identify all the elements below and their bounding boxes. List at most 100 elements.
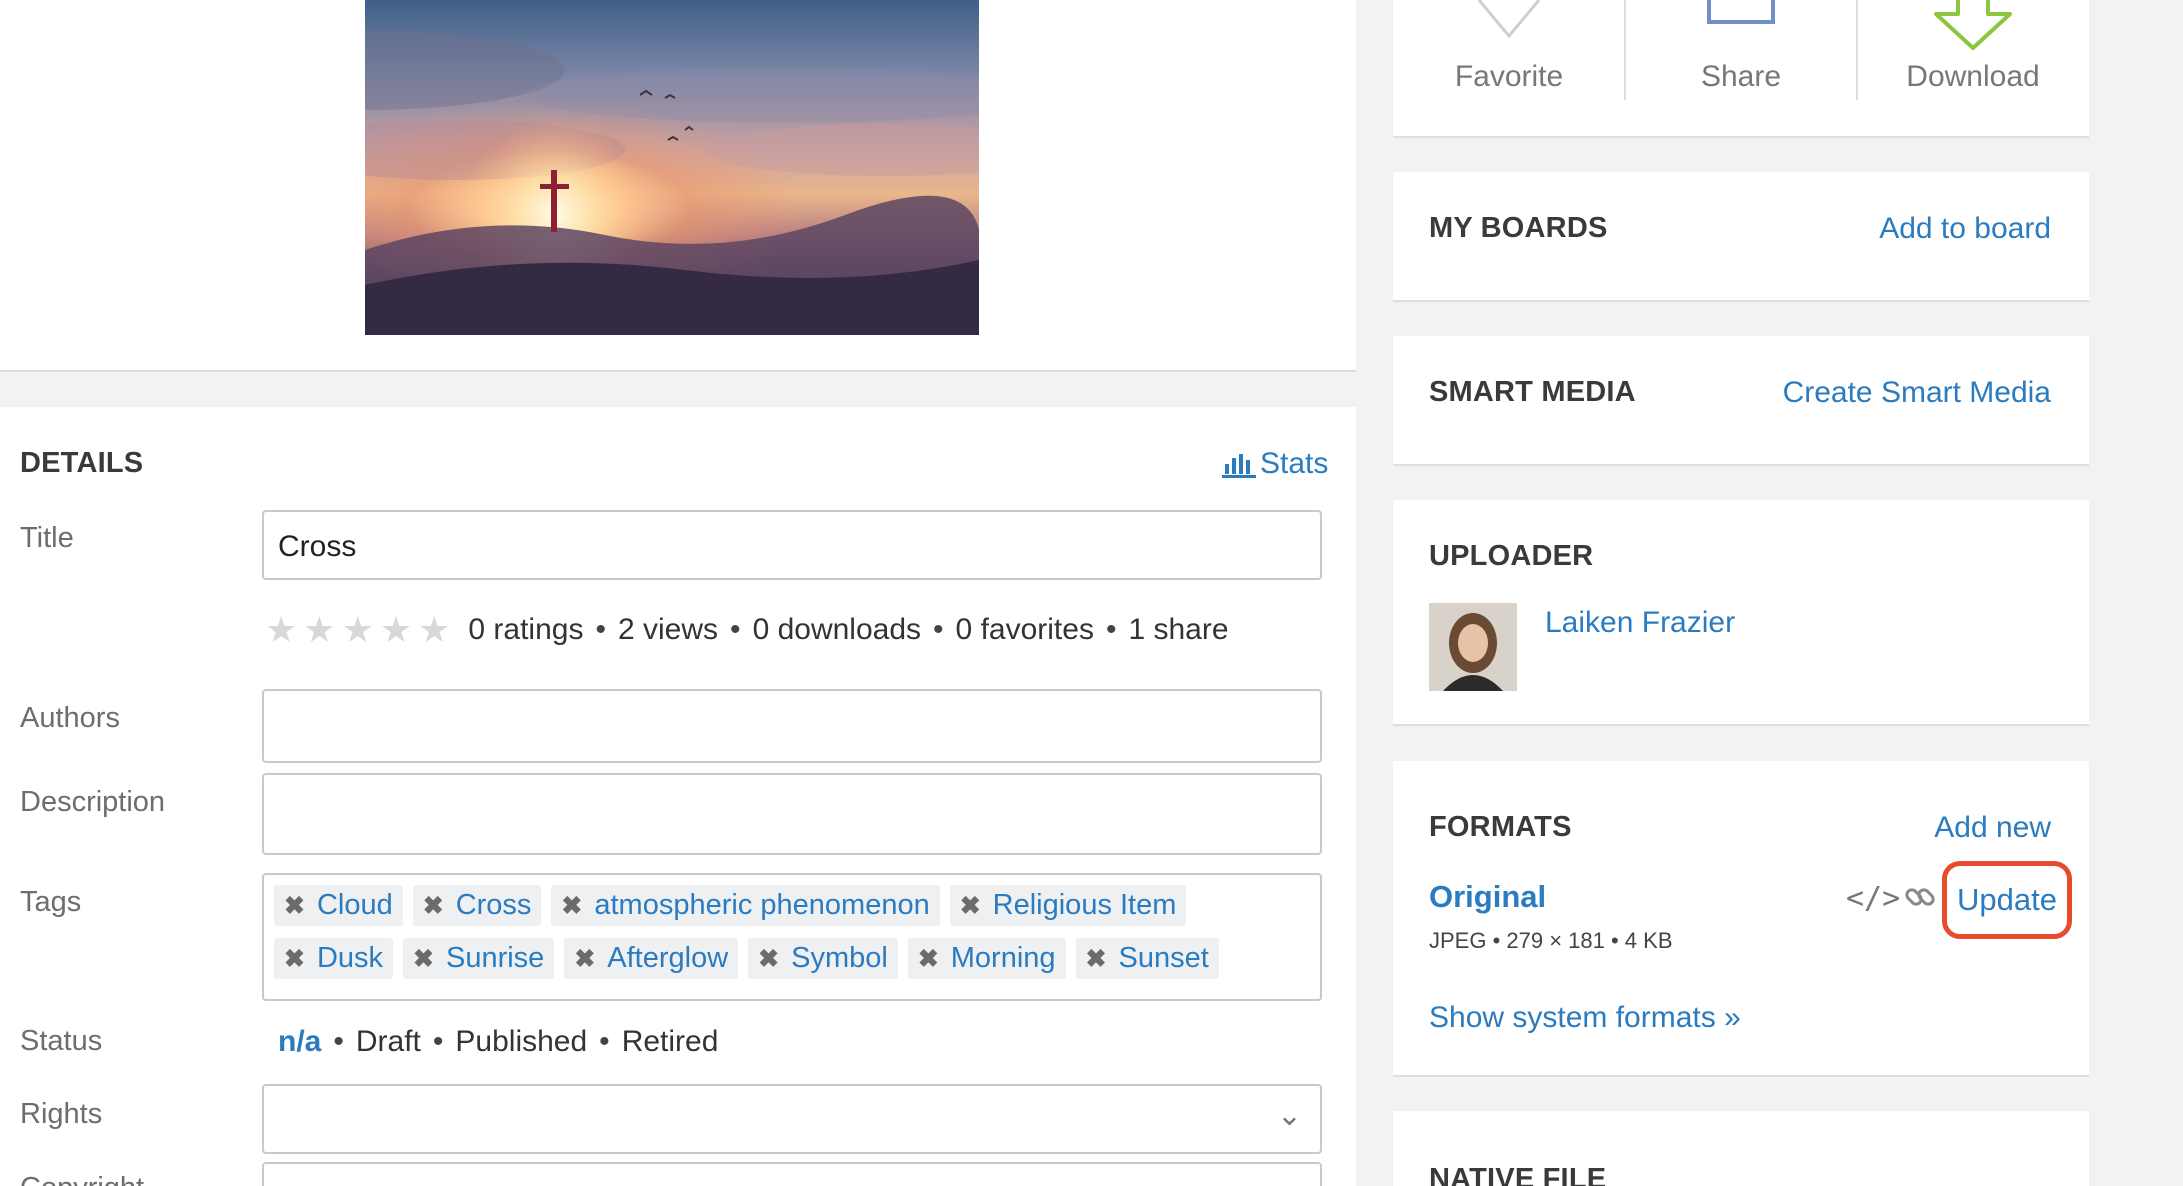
remove-tag-icon[interactable]: ✖	[413, 944, 434, 974]
separator-dot: •	[1105, 613, 1117, 646]
add-to-board-link[interactable]: Add to board	[1879, 212, 2051, 246]
stats-link[interactable]: Stats	[1222, 447, 1328, 481]
rights-select[interactable]: ⌄	[262, 1084, 1322, 1154]
tag-label: Sunrise	[445, 942, 545, 974]
tag-label: Dusk	[316, 942, 384, 974]
tag-label: Cross	[455, 889, 532, 921]
status-option-retired[interactable]: Retired	[622, 1025, 719, 1059]
status-label: Status	[20, 1025, 103, 1057]
authors-label: Authors	[20, 702, 120, 734]
downloads-count: 0 downloads	[752, 613, 922, 646]
asset-preview-image[interactable]	[365, 0, 979, 335]
tag-chip[interactable]: ✖ Symbol	[748, 938, 898, 979]
separator-dot: •	[432, 1025, 444, 1058]
my-boards-card: MY BOARDS Add to board	[1393, 172, 2089, 302]
tag-chip[interactable]: ✖ atmospheric phenomenon	[551, 885, 940, 926]
favorite-label: Favorite	[1454, 60, 1564, 93]
tag-chip[interactable]: ✖ Cloud	[274, 885, 403, 926]
create-smart-media-link[interactable]: Create Smart Media	[1783, 376, 2051, 410]
smart-media-card: SMART MEDIA Create Smart Media	[1393, 336, 2089, 466]
remove-tag-icon[interactable]: ✖	[561, 891, 582, 921]
star-icon[interactable]: ★	[265, 612, 297, 648]
star-icon[interactable]: ★	[380, 612, 412, 648]
remove-tag-icon[interactable]: ✖	[918, 944, 939, 974]
status-option-na[interactable]: n/a	[278, 1025, 321, 1059]
uploader-card: UPLOADER Laiken Frazier	[1393, 500, 2089, 726]
remove-tag-icon[interactable]: ✖	[423, 891, 444, 921]
title-label: Title	[20, 522, 74, 554]
user-portrait	[1429, 603, 1517, 691]
remove-tag-icon[interactable]: ✖	[1086, 944, 1107, 974]
remove-tag-icon[interactable]: ✖	[758, 944, 779, 974]
tag-label: Symbol	[791, 942, 888, 974]
separator-dot: •	[730, 613, 741, 646]
share-icon	[1707, 0, 1775, 24]
my-boards-heading: MY BOARDS	[1429, 212, 1608, 244]
download-button[interactable]: Download	[1857, 0, 2089, 100]
chevron-down-icon: ⌄	[1276, 1099, 1302, 1132]
shares-count: 1 share	[1128, 613, 1229, 646]
favorite-button[interactable]: Favorite	[1393, 0, 1625, 100]
smart-media-heading: SMART MEDIA	[1429, 376, 1636, 408]
ratings-count: 0 ratings	[468, 613, 584, 646]
tag-chip[interactable]: ✖ Sunrise	[403, 938, 555, 979]
show-system-formats-link[interactable]: Show system formats »	[1429, 1001, 1741, 1035]
favorites-count: 0 favorites	[955, 613, 1094, 646]
ratings-row: ★ ★ ★ ★ ★ 0 ratings • 2 views • 0 downlo…	[265, 612, 1229, 648]
tag-chip[interactable]: ✖ Afterglow	[564, 938, 739, 979]
original-format-meta: JPEG • 279 × 181 • 4 KB	[1429, 928, 1673, 953]
add-new-format-link[interactable]: Add new	[1934, 811, 2051, 845]
native-file-heading: NATIVE FILE	[1429, 1163, 1607, 1186]
remove-tag-icon[interactable]: ✖	[284, 944, 305, 974]
cross-sunset-illustration	[365, 30, 979, 335]
remove-tag-icon[interactable]: ✖	[284, 891, 305, 921]
tag-label: atmospheric phenomenon	[594, 889, 930, 921]
remove-tag-icon[interactable]: ✖	[574, 944, 595, 974]
link-icon[interactable]	[1903, 879, 1939, 915]
avatar[interactable]	[1429, 603, 1517, 691]
heart-icon	[1477, 0, 1541, 39]
tags-input[interactable]: ✖ Cloud ✖ Cross ✖ atmospheric phenomenon ✖ R…	[262, 873, 1322, 1001]
views-count: 2 views	[618, 613, 719, 646]
tag-chip[interactable]: ✖ Morning	[907, 938, 1066, 979]
uploader-heading: UPLOADER	[1429, 540, 1594, 572]
tag-label: Sunset	[1118, 942, 1209, 974]
stats-label: Stats	[1260, 447, 1329, 480]
remove-tag-icon[interactable]: ✖	[960, 891, 981, 921]
bar-chart-icon	[1222, 454, 1256, 478]
status-options: n/a • Draft • Published • Retired	[278, 1025, 718, 1059]
copyright-label: Copyright	[20, 1172, 144, 1186]
separator-dot: •	[599, 1025, 610, 1058]
separator-dot: •	[933, 613, 944, 646]
embed-code-icon[interactable]: </>	[1846, 881, 1900, 916]
details-heading: DETAILS	[20, 447, 144, 479]
rights-label: Rights	[20, 1098, 103, 1130]
title-input[interactable]: Cross	[262, 510, 1322, 580]
star-icon[interactable]: ★	[418, 612, 450, 648]
share-button[interactable]: Share	[1625, 0, 1857, 100]
status-option-draft[interactable]: Draft	[356, 1025, 421, 1059]
tag-chip[interactable]: ✖ Sunset	[1075, 938, 1219, 979]
copyright-input[interactable]	[262, 1162, 1322, 1186]
tag-chip[interactable]: ✖ Cross	[412, 885, 542, 926]
status-option-published[interactable]: Published	[455, 1025, 587, 1059]
description-input[interactable]	[262, 773, 1322, 855]
description-label: Description	[20, 786, 166, 818]
update-label: Update	[1957, 882, 2057, 917]
tag-label: Religious Item	[992, 889, 1177, 921]
rating-stars[interactable]: ★ ★ ★ ★ ★	[265, 612, 450, 648]
separator-dot: •	[595, 613, 606, 646]
uploader-name-link[interactable]: Laiken Frazier	[1545, 606, 1735, 640]
star-icon[interactable]: ★	[342, 612, 374, 648]
original-format-link[interactable]: Original	[1429, 879, 1546, 915]
native-file-card: NATIVE FILE	[1393, 1111, 2089, 1186]
star-icon[interactable]: ★	[303, 612, 335, 648]
tag-label: Afterglow	[607, 942, 729, 974]
tag-chip[interactable]: ✖ Religious Item	[949, 885, 1187, 926]
share-label: Share	[1700, 60, 1782, 93]
tag-label: Cloud	[316, 889, 393, 921]
tag-chip[interactable]: ✖ Dusk	[274, 938, 394, 979]
separator-dot: •	[333, 1025, 344, 1058]
authors-input[interactable]	[262, 689, 1322, 763]
update-format-button[interactable]: Update	[1942, 861, 2072, 939]
